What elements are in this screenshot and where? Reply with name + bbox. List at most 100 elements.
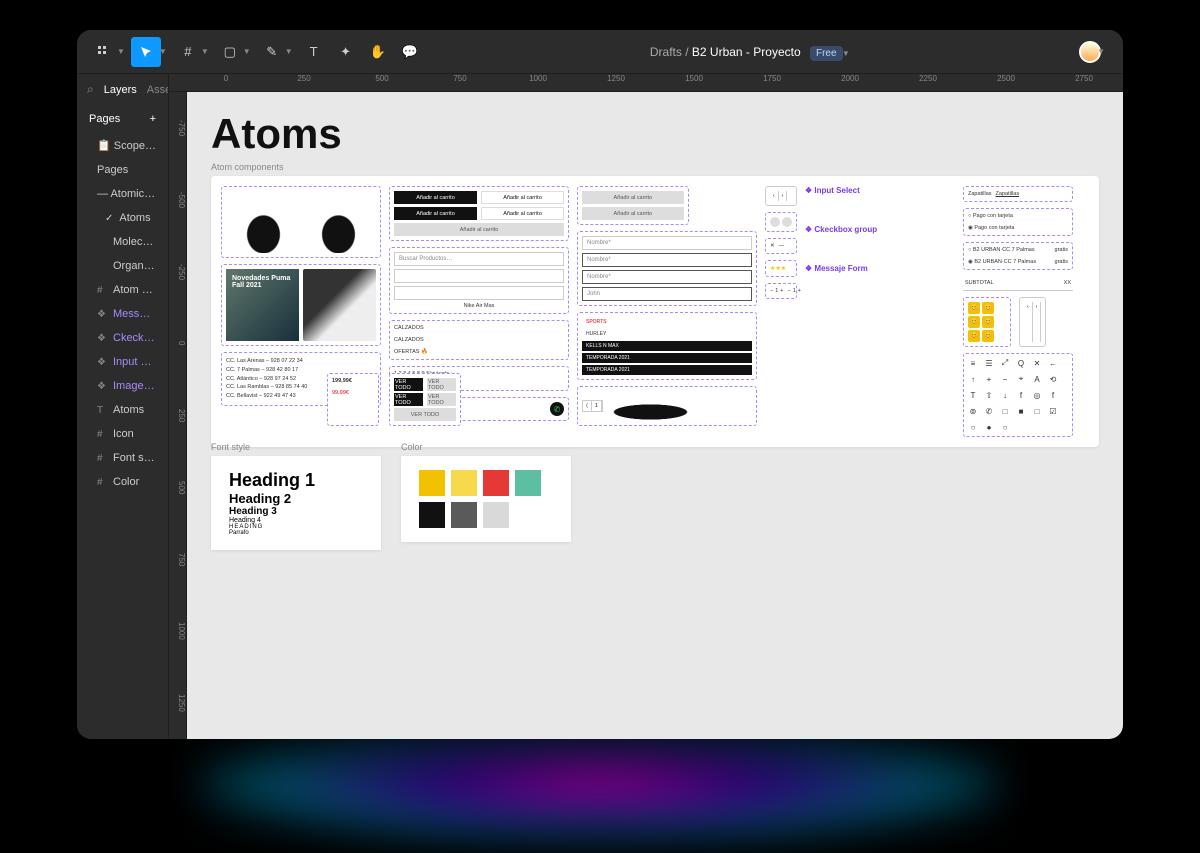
- chevron-down-icon[interactable]: ▼: [285, 47, 293, 56]
- layer-item[interactable]: #Color: [77, 470, 168, 494]
- plan-badge[interactable]: Free: [810, 46, 843, 61]
- tag-group: SPORTSHURLEYKELLS N MAXTEMPORADA 2021TEM…: [577, 312, 757, 380]
- color-swatch[interactable]: [483, 502, 509, 528]
- hand-tool[interactable]: ✋: [363, 37, 393, 67]
- component-label[interactable]: Input Select: [805, 186, 955, 195]
- layer-item[interactable]: ❖Messaje Form: [77, 302, 168, 326]
- minus-icon[interactable]: −: [788, 288, 791, 294]
- add-cart-button[interactable]: Añadir al carrito: [582, 191, 684, 204]
- color-swatch[interactable]: [451, 502, 477, 528]
- color-swatch[interactable]: [419, 502, 445, 528]
- page-item[interactable]: — Atomic Design ————…: [77, 182, 168, 206]
- name-input[interactable]: Nombre*: [582, 270, 752, 284]
- add-cart-button[interactable]: Añadir al carrito: [481, 191, 564, 204]
- color-frame[interactable]: [401, 456, 571, 542]
- font-frame[interactable]: Heading 1 Heading 2 Heading 3 Heading 4 …: [211, 456, 381, 550]
- ver-button[interactable]: VER TODO: [427, 393, 456, 406]
- promo-image[interactable]: Novedades Puma Fall 2021: [226, 269, 299, 341]
- text-input[interactable]: [394, 286, 564, 300]
- canvas[interactable]: Atoms Atom components Novedades Puma Fal…: [187, 92, 1123, 739]
- breadcrumb-folder: Drafts: [650, 45, 682, 59]
- search-icon[interactable]: ⌕: [87, 82, 94, 97]
- layer-item[interactable]: #Icon: [77, 422, 168, 446]
- layer-item[interactable]: #Font style: [77, 446, 168, 470]
- icon: ⤢: [1000, 358, 1010, 368]
- layer-item[interactable]: TAtoms: [77, 398, 168, 422]
- layer-item[interactable]: ❖Ckeckbox group: [77, 326, 168, 350]
- chevron-down-icon[interactable]: ▼: [1097, 47, 1105, 56]
- resources-tool[interactable]: ✦: [331, 37, 361, 67]
- page-item[interactable]: Atoms: [77, 206, 168, 230]
- chevron-down-icon[interactable]: ▼: [201, 47, 209, 56]
- color-swatch[interactable]: [515, 470, 541, 496]
- plus-icon[interactable]: +: [798, 288, 801, 294]
- page-item[interactable]: 📋 Scope Canvas: [77, 133, 168, 158]
- chevron-down-icon[interactable]: ▼: [842, 49, 850, 58]
- shipping-options[interactable]: ○ B2 URBAN·CC 7 Palmasgratis◉ B2 URBAN·C…: [963, 242, 1073, 270]
- move-tool[interactable]: [131, 37, 161, 67]
- name-input[interactable]: Nombre*: [582, 253, 752, 267]
- add-cart-button[interactable]: Añadir al carrito: [394, 191, 477, 204]
- chevron-down-icon[interactable]: ▼: [117, 47, 125, 56]
- name-input[interactable]: Nombre*: [582, 236, 752, 250]
- frame-tool[interactable]: #: [173, 37, 203, 67]
- component-label[interactable]: Messaje Form: [805, 264, 955, 273]
- subtotal-label: SUBTOTAL: [965, 280, 994, 286]
- color-swatch[interactable]: [483, 470, 509, 496]
- add-page-icon[interactable]: +: [150, 113, 156, 125]
- plus-icon[interactable]: +: [780, 288, 783, 294]
- toolbar: ▼ ▼ # ▼ ▢ ▼ ✎ ▼ T ✦ ✋ 💬 Drafts / B2 Urba…: [77, 30, 1123, 74]
- qty-stepper[interactable]: − 1 + − 1 +: [765, 283, 797, 299]
- pages-header: Pages: [89, 113, 120, 125]
- add-cart-button[interactable]: Añadir al carrito: [394, 223, 564, 236]
- breadcrumb[interactable]: Drafts / B2 Urban - Proyecto Free ▼: [427, 45, 1079, 59]
- subtotal-value: XX: [1064, 280, 1071, 286]
- text-input[interactable]: [394, 269, 564, 283]
- icon: ☰: [984, 358, 994, 368]
- product-image[interactable]: [303, 269, 376, 341]
- chevron-down-icon[interactable]: ▼: [159, 47, 167, 56]
- color-swatch[interactable]: [419, 470, 445, 496]
- ruler-horizontal: 0250500750100012501500175020002250250027…: [169, 74, 1123, 92]
- radio-group[interactable]: ○ Pago con tarjeta◉ Pago con tarjeta: [963, 208, 1073, 236]
- tab-layers[interactable]: Layers: [104, 84, 137, 96]
- icon: ✕: [1032, 358, 1042, 368]
- tab-item[interactable]: Zapatillas: [968, 191, 992, 197]
- pager-arrows[interactable]: ‹›: [1019, 297, 1046, 347]
- name-input[interactable]: John: [582, 287, 752, 301]
- tab-assets[interactable]: Assets: [147, 84, 169, 96]
- chevron-down-icon[interactable]: ▼: [243, 47, 251, 56]
- section-label: Color: [401, 442, 571, 452]
- add-cart-button[interactable]: Añadir al carrito: [394, 207, 477, 220]
- ver-button[interactable]: VER TODO: [394, 378, 423, 391]
- layer-item[interactable]: #Atom components: [77, 278, 168, 302]
- pen-tool[interactable]: ✎: [257, 37, 287, 67]
- layer-item[interactable]: ❖Input Select: [77, 350, 168, 374]
- comment-tool[interactable]: 💬: [395, 37, 425, 67]
- tab-item[interactable]: Zapatillas: [996, 191, 1020, 197]
- ver-button[interactable]: VER TODO: [394, 393, 423, 406]
- figma-window: ▼ ▼ # ▼ ▢ ▼ ✎ ▼ T ✦ ✋ 💬 Drafts / B2 Urba…: [77, 30, 1123, 739]
- search-input[interactable]: Buscar Productos…: [394, 252, 564, 266]
- ver-button[interactable]: VER TODO: [427, 378, 456, 391]
- icon: Q: [1016, 358, 1026, 368]
- page-item[interactable]: Molecules: [77, 230, 168, 254]
- add-cart-button[interactable]: Añadir al carrito: [582, 207, 684, 220]
- minus-icon[interactable]: −: [770, 288, 773, 294]
- color-swatch[interactable]: [451, 470, 477, 496]
- shape-tool[interactable]: ▢: [215, 37, 245, 67]
- text-tool[interactable]: T: [299, 37, 329, 67]
- page-title: Atoms: [211, 110, 1099, 158]
- menu-icon[interactable]: [89, 37, 119, 67]
- add-cart-button[interactable]: Añadir al carrito: [481, 207, 564, 220]
- shoe-image[interactable]: [221, 186, 381, 258]
- page-item[interactable]: Organism - Template parts: [77, 254, 168, 278]
- ver-button[interactable]: VER TODO: [394, 408, 456, 421]
- layer-item[interactable]: ❖Image card: [77, 374, 168, 398]
- page-item[interactable]: Pages: [77, 158, 168, 182]
- promo-text: Novedades Puma Fall 2021: [232, 275, 299, 289]
- link-list: CALZADOSCALZADOSOFERTAS 🔥: [389, 320, 569, 360]
- pager-arrows[interactable]: ‹›: [765, 186, 797, 206]
- breadcrumb-project: B2 Urban - Proyecto: [692, 45, 801, 59]
- component-label[interactable]: Ckeckbox group: [805, 225, 955, 234]
